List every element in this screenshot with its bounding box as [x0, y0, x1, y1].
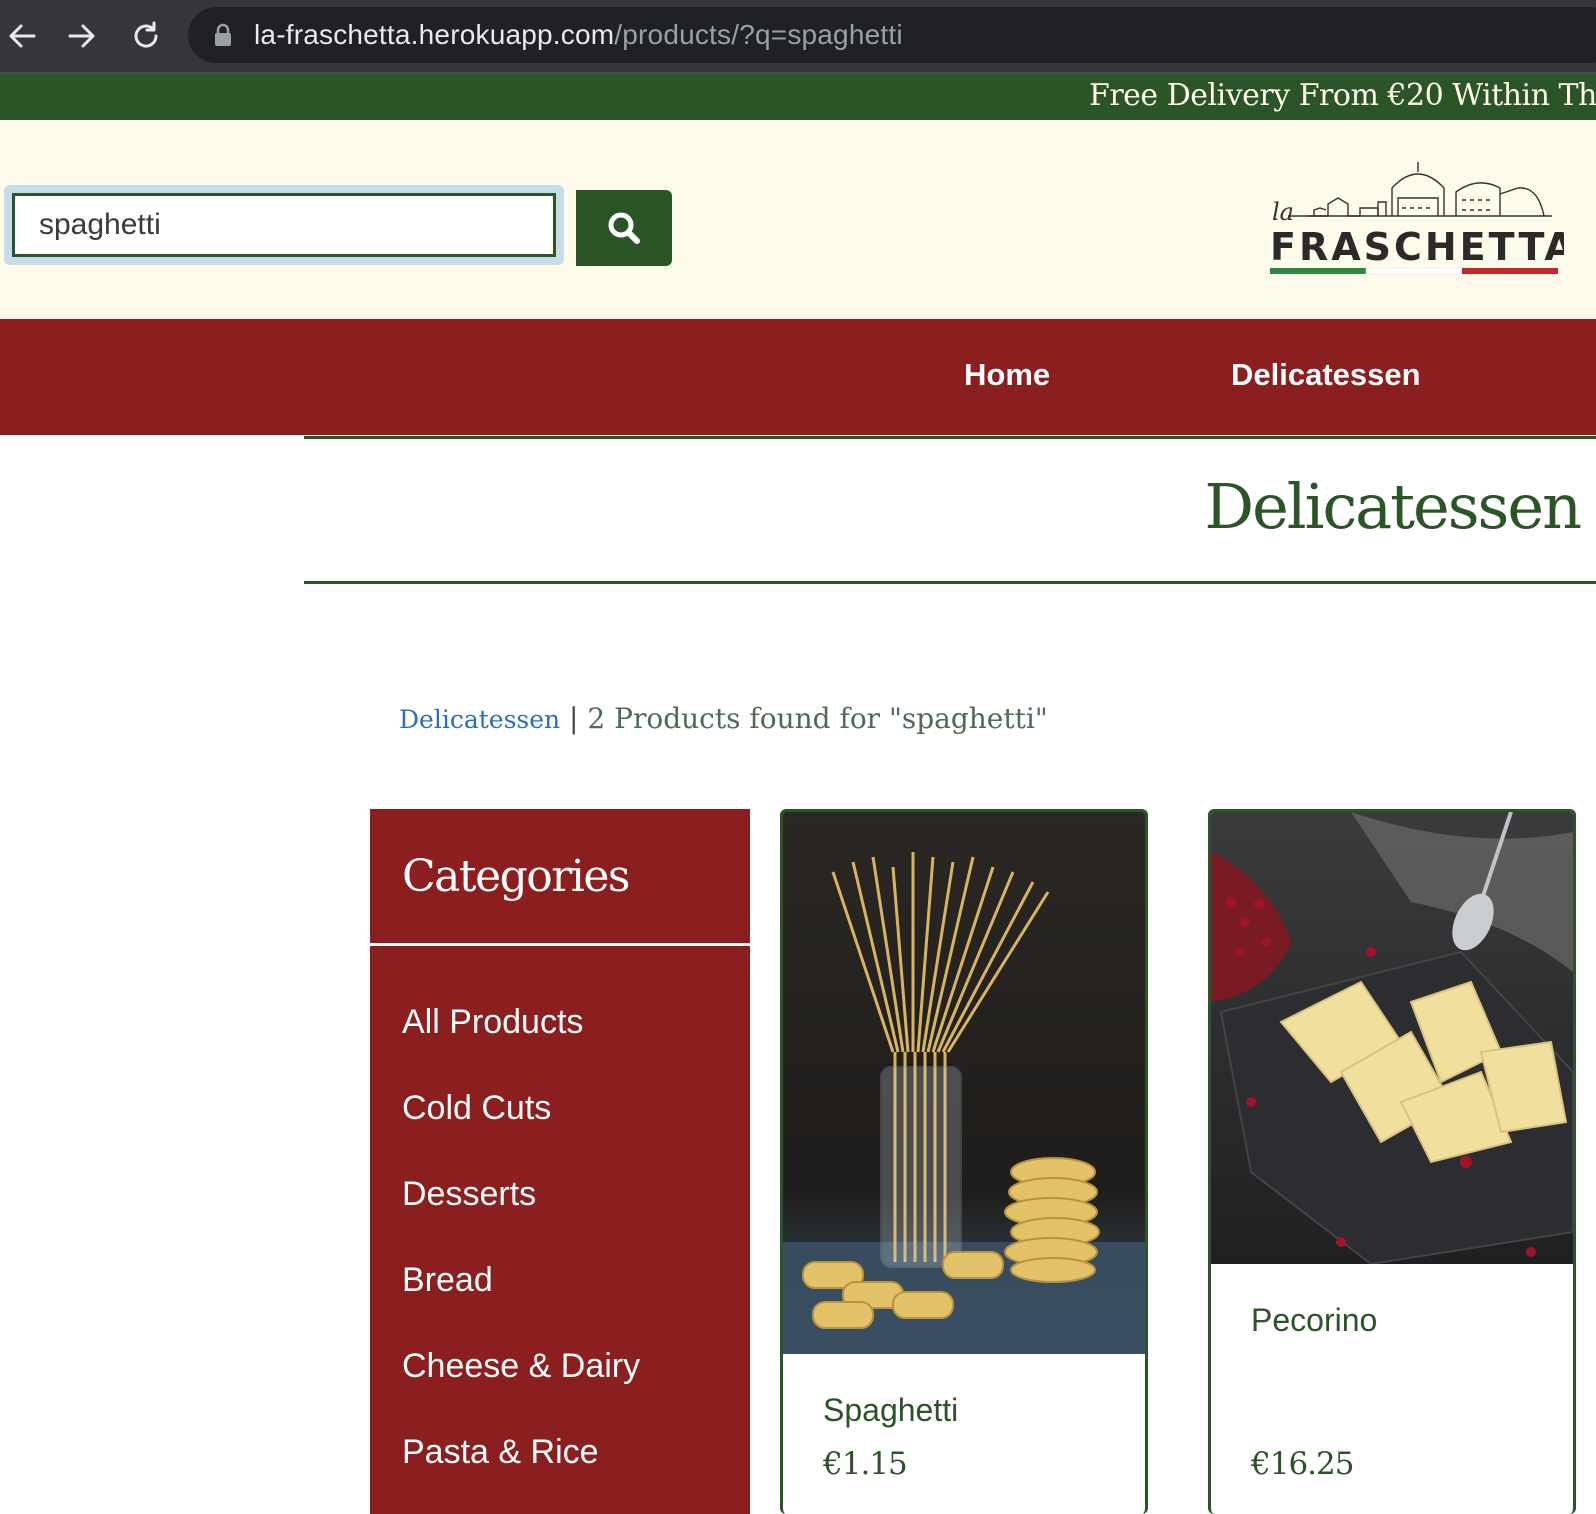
title-bottom-rule [304, 581, 1596, 584]
category-cold-cuts[interactable]: Cold Cuts [402, 1089, 551, 1128]
product-name[interactable]: Pecorino [1251, 1302, 1377, 1339]
logo-wordmark: FRASCHETTA [1270, 225, 1564, 269]
categories-title: Categories [402, 851, 631, 902]
search-box [12, 193, 556, 257]
reload-button[interactable] [124, 14, 168, 58]
promo-text: Free Delivery From €20 Within The Ne [1089, 78, 1596, 113]
search-focus-ring [4, 185, 564, 265]
url-host: la-fraschetta.herokuapp.com [254, 19, 615, 50]
product-card[interactable]: Pecorino €16.25 [1208, 809, 1576, 1514]
categories-sidebar: Categories All Products Cold Cuts Desser… [370, 809, 750, 1514]
category-cheese-dairy[interactable]: Cheese & Dairy [402, 1347, 640, 1386]
search-icon [608, 212, 640, 244]
main-nav: Home Delicatessen [0, 319, 1596, 435]
category-desserts[interactable]: Desserts [402, 1175, 536, 1214]
title-top-rule [304, 436, 1596, 439]
page-title: Delicatessen [1204, 470, 1582, 543]
category-bread[interactable]: Bread [402, 1261, 493, 1300]
category-all-products[interactable]: All Products [402, 1003, 583, 1042]
product-price: €16.25 [1251, 1446, 1354, 1482]
site-logo[interactable]: la FRASCHETTA [1268, 158, 1574, 284]
promo-banner: Free Delivery From €20 Within The Ne [0, 74, 1596, 120]
search-input[interactable] [15, 196, 553, 254]
nav-delicatessen[interactable]: Delicatessen [1231, 357, 1421, 393]
address-bar[interactable]: la-fraschetta.herokuapp.com/products/?q=… [188, 7, 1596, 63]
arrow-right-icon [68, 24, 95, 48]
spaghetti-product-image[interactable] [783, 812, 1145, 1354]
category-pasta-rice[interactable]: Pasta & Rice [402, 1433, 599, 1472]
site-header: la FRASCHETTA [0, 120, 1596, 319]
browser-toolbar: la-fraschetta.herokuapp.com/products/?q=… [0, 0, 1596, 74]
url-text: la-fraschetta.herokuapp.com/products/?q=… [254, 18, 903, 52]
reload-icon [134, 21, 158, 48]
nav-home[interactable]: Home [964, 357, 1050, 393]
pecorino-product-image[interactable] [1211, 812, 1573, 1264]
logo-script: la [1272, 198, 1294, 226]
back-button[interactable] [0, 14, 44, 58]
categories-divider [370, 943, 750, 946]
product-price: €1.15 [823, 1446, 908, 1482]
product-name[interactable]: Spaghetti [823, 1392, 958, 1429]
lock-icon [215, 23, 231, 46]
url-path: /products/?q=spaghetti [614, 19, 903, 50]
rome-skyline-icon: la FRASCHETTA [1270, 162, 1574, 275]
arrow-left-icon [9, 24, 36, 48]
breadcrumb-separator: | [569, 702, 579, 735]
search-button[interactable] [576, 190, 672, 266]
breadcrumb-link-delicatessen[interactable]: Delicatessen [399, 705, 560, 734]
results-count: 2 Products found for "spaghetti" [587, 702, 1048, 735]
forward-button[interactable] [60, 14, 104, 58]
breadcrumb: Delicatessen | 2 Products found for "spa… [399, 702, 1048, 735]
product-card[interactable]: Spaghetti €1.15 [780, 809, 1148, 1514]
